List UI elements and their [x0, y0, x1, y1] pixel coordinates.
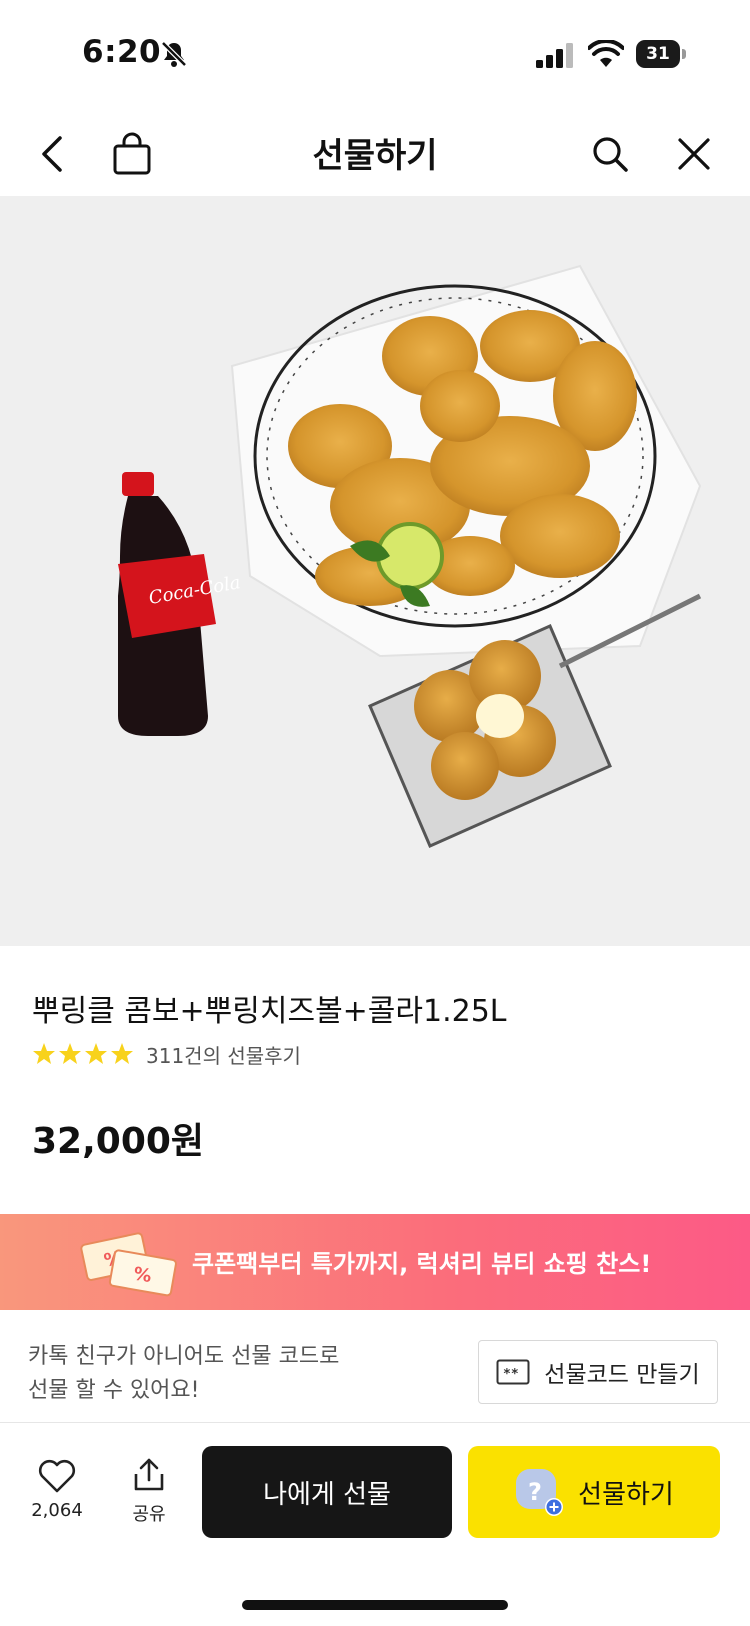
- like-count: 2,064: [31, 1500, 83, 1521]
- divider: [0, 1422, 750, 1423]
- rating-stars: [32, 1042, 134, 1066]
- gift-code-icon: **: [496, 1359, 530, 1385]
- close-icon: [678, 138, 710, 170]
- gift-code-description-line1: 카톡 친구가 아니어도 선물 코드로: [28, 1344, 340, 1369]
- product-price: 32,000원: [32, 1121, 205, 1162]
- share-button[interactable]: 공유: [116, 1454, 182, 1542]
- product-photo-illustration: Coca-Cola: [118, 264, 702, 848]
- star-icon: [85, 1043, 107, 1064]
- send-gift-button[interactable]: ? 선물하기: [468, 1446, 720, 1538]
- page-title: 선물하기: [312, 136, 438, 176]
- heart-icon: [38, 1459, 76, 1493]
- svg-text:%: %: [132, 1263, 153, 1287]
- search-icon: [593, 137, 628, 172]
- send-gift-label: 선물하기: [578, 1479, 674, 1510]
- promo-banner[interactable]: % % 쿠폰팩부터 특가까지, 럭셔리 뷰티 쇼핑 찬스!: [0, 1214, 750, 1310]
- star-icon: [59, 1043, 81, 1064]
- star-icon: [111, 1043, 133, 1064]
- create-gift-code-button[interactable]: ** 선물코드 만들기: [478, 1340, 718, 1404]
- promo-text: 쿠폰팩부터 특가까지, 럭셔리 뷰티 쇼핑 찬스!: [192, 1250, 652, 1278]
- battery-icon: 31: [636, 40, 686, 68]
- review-count: 311건의 선물후기: [146, 1043, 301, 1068]
- share-icon: [134, 1458, 164, 1491]
- coupon-ticket-icon: % %: [80, 1232, 177, 1297]
- share-label: 공유: [132, 1504, 166, 1525]
- svg-text:**: **: [503, 1367, 519, 1382]
- gift-code-description: 카톡 친구가 아니어도 선물 코드로 선물 할 수 있어요!: [28, 1340, 408, 1408]
- cellular-signal-icon: [536, 43, 573, 68]
- battery-level: 31: [636, 40, 680, 68]
- like-button[interactable]: 2,064: [24, 1454, 90, 1542]
- bell-off-icon: [161, 41, 187, 67]
- status-bar: 6:20 31: [0, 0, 750, 110]
- product-image: Coca-Cola: [0, 196, 750, 946]
- home-indicator[interactable]: [242, 1600, 508, 1610]
- wifi-icon: [588, 40, 624, 67]
- product-title: 뿌링클 콤보+뿌링치즈볼+콜라1.25L: [32, 994, 507, 1029]
- cola-bottle: Coca-Cola: [118, 472, 242, 736]
- status-time: 6:20: [82, 34, 162, 70]
- create-gift-code-label: 선물코드 만들기: [544, 1362, 700, 1388]
- friend-avatar-icon: ?: [516, 1469, 564, 1516]
- close-button[interactable]: [670, 130, 718, 178]
- search-button[interactable]: [586, 130, 634, 178]
- rating-row[interactable]: 311건의 선물후기: [32, 1040, 301, 1068]
- nav-bar: 선물하기: [0, 112, 750, 196]
- gift-code-description-line2: 선물 할 수 있어요!: [28, 1378, 200, 1403]
- svg-text:?: ?: [528, 1478, 542, 1506]
- star-icon: [33, 1043, 55, 1064]
- gift-to-self-button[interactable]: 나에게 선물: [202, 1446, 452, 1538]
